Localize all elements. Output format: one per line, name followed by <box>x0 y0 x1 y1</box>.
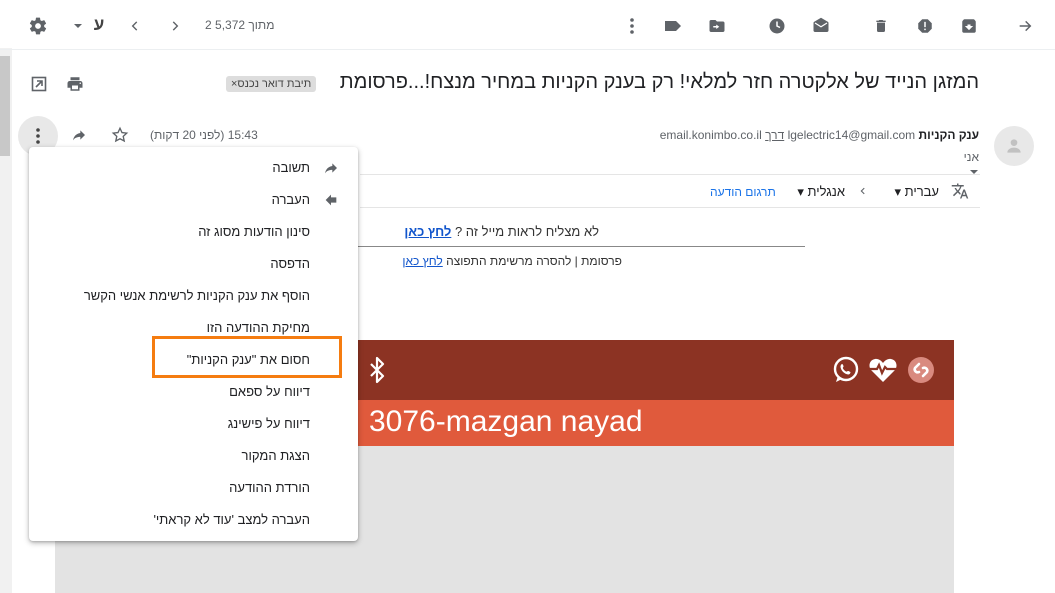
snooze-clock-icon[interactable] <box>766 14 788 38</box>
translate-message-link[interactable]: תרגום הודעה <box>710 185 776 199</box>
body-divider <box>355 246 805 247</box>
menu-item-download-message[interactable]: הורדת ההודעה <box>229 480 310 495</box>
unsubscribe-link[interactable]: לחץ כאן <box>402 254 442 268</box>
menu-item-forward[interactable]: העברה <box>272 192 310 207</box>
open-new-window-icon[interactable] <box>28 72 50 96</box>
menu-item-report-phishing[interactable]: דיווח על פישינג <box>228 416 310 431</box>
inbox-label-badge[interactable]: תיבת דואר נכנס× <box>226 76 317 92</box>
view-in-browser-link[interactable]: לחץ כאן <box>404 224 451 239</box>
settings-gear-icon[interactable] <box>26 14 50 38</box>
source-language-label: עברית <box>904 184 939 199</box>
via-domain: email.konimbo.co.il <box>659 128 762 142</box>
menu-item-report-spam[interactable]: דיווח על ספאם <box>229 384 310 399</box>
reply-arrow-icon[interactable] <box>68 124 90 146</box>
recipient-line[interactable]: אני <box>964 150 979 177</box>
archive-icon[interactable] <box>958 14 980 38</box>
print-all-icon[interactable] <box>64 72 86 96</box>
back-arrow-icon[interactable] <box>1014 14 1036 38</box>
promo-banner-title: 3076-mazgan nayad <box>369 405 643 438</box>
translate-icon <box>948 180 972 202</box>
more-options-vertical-icon[interactable] <box>622 14 642 38</box>
via-label[interactable]: דרך <box>765 128 784 142</box>
sender-name[interactable]: ענק הקניות <box>918 128 979 142</box>
sender-line: ענק הקניות lgelectric14@gmail.com דרך em… <box>660 128 979 142</box>
view-notice-text: לא מצליח לראות מייל זה ? <box>454 224 599 239</box>
target-language-select[interactable]: אנגלית ▾ <box>797 184 845 200</box>
label-tag-icon[interactable] <box>662 14 684 38</box>
whatsapp-icon <box>830 354 862 386</box>
gmail-message-view: ע 2 מתוך 5,372 תיבת דואר נכנס× המזגן הני… <box>0 0 1055 593</box>
delete-trash-icon[interactable] <box>870 14 892 38</box>
scrollbar-track[interactable] <box>0 48 12 593</box>
menu-item-reply[interactable]: תשובה <box>272 160 310 175</box>
reply-menu-icon <box>322 160 340 178</box>
menu-item-print[interactable]: הדפסה <box>270 256 310 271</box>
unsubscribe-notice: פרסומת | להסרה מרשימת התפוצה לחץ כאן <box>402 254 622 268</box>
heart-pulse-icon <box>867 354 899 386</box>
menu-item-mark-unread[interactable]: העברה למצב 'עוד לא קראתי' <box>153 512 310 527</box>
menu-item-add-to-contacts[interactable]: הוסף את ענק הקניות לרשימת אנשי הקשר <box>84 288 310 303</box>
dropdown-arrow-icon[interactable] <box>72 14 84 38</box>
translate-bar-top-divider <box>360 174 980 175</box>
shazam-icon <box>905 354 937 386</box>
input-language-label: ע <box>93 15 105 34</box>
page-count-text: 2 מתוך 5,372 <box>205 18 275 32</box>
source-language-select[interactable]: עברית ▾ <box>894 184 939 200</box>
scrollbar-thumb[interactable] <box>0 56 10 156</box>
star-icon[interactable] <box>110 124 130 146</box>
sender-avatar[interactable] <box>994 126 1034 166</box>
recipient-dropdown-icon[interactable] <box>964 167 979 177</box>
target-language-label: אנגלית <box>807 184 845 199</box>
older-message-chevron-icon[interactable] <box>124 14 146 38</box>
unsubscribe-text: פרסומת | להסרה מרשימת התפוצה <box>446 254 622 268</box>
menu-item-show-original[interactable]: הצגת המקור <box>242 448 310 463</box>
message-time: 15:43 (לפני 20 דקות) <box>150 128 258 142</box>
newer-message-chevron-icon[interactable] <box>164 14 186 38</box>
view-in-browser-notice: לא מצליח לראות מייל זה ? לחץ כאן <box>404 224 599 239</box>
report-spam-icon[interactable] <box>914 14 936 38</box>
sender-email: lgelectric14@gmail.com <box>787 128 916 142</box>
translate-bar-bottom-divider <box>360 207 980 208</box>
menu-item-delete[interactable]: מחיקת ההודעה הזו <box>207 320 310 335</box>
mark-read-envelope-icon[interactable] <box>810 14 832 38</box>
swap-languages-chevron-icon[interactable] <box>856 181 870 201</box>
input-language-button[interactable]: ע <box>88 13 110 37</box>
recipient-me: אני <box>963 150 979 164</box>
message-toolbar: ע 2 מתוך 5,372 <box>0 0 1055 50</box>
block-sender-highlight <box>152 336 342 378</box>
menu-item-filter-messages[interactable]: סינון הודעות מסוג זה <box>198 224 310 239</box>
email-subject: המזגן הנייד של אלקטרה חזר למלאי! רק בענק… <box>339 71 979 93</box>
move-to-folder-icon[interactable] <box>706 14 728 38</box>
forward-menu-icon <box>322 192 340 210</box>
bluetooth-icon <box>365 354 389 386</box>
